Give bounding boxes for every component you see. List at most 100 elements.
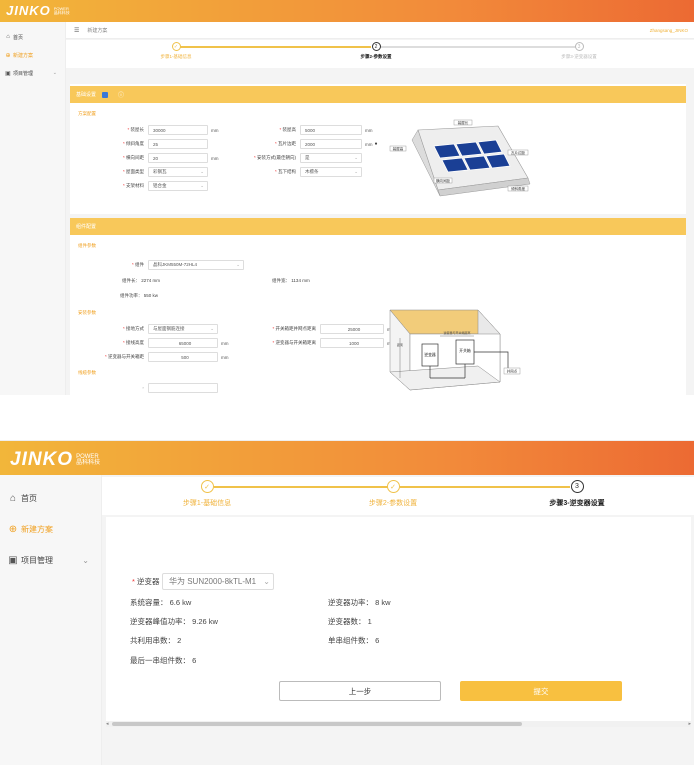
stepper: ✓ 步骤1-基础信息 2 步骤2-参数设置 3 步骤3-逆变器设置: [66, 40, 694, 68]
edge-margin-input[interactable]: 2000: [300, 139, 362, 149]
module-length: 组件长： 2274 mm: [122, 278, 161, 283]
field-label: 屋面类型: [126, 169, 144, 174]
subsection-title: 方案配置: [78, 111, 96, 116]
sidebar: ⌂ 首页 ⊕ 新建方案 ▣ 项目管理 ⌄: [0, 22, 66, 395]
info-icon: ⓘ: [118, 93, 125, 99]
sidebar-item-label: 新建方案: [13, 52, 34, 59]
step-2: ✓ 步骤2-参数设置: [358, 480, 428, 508]
field-edge-margin: * 瓦片边距 2000 mm ●: [274, 139, 378, 149]
logo-sub: POWER 晶科科技: [76, 454, 100, 466]
scroll-right-icon[interactable]: ▸: [688, 721, 691, 727]
inverter-panel: * 逆变器 华为 SUN2000-8kTL-M1 系统容量： 6.6 kw 逆变…: [106, 517, 691, 721]
stat-value: 1134 mm: [291, 278, 310, 283]
field-inverter-gap: * 逆变器与开关箱距 500 mm: [80, 352, 229, 362]
stat-inverter-count: 逆变器数： 1: [328, 617, 372, 626]
module-select[interactable]: 晶科JKM550M-72HL4: [148, 260, 244, 270]
base-settings-panel: 基础设置 ⓘ 方案配置 * 装屋长 30000 mm * 装屋高 5000 mm…: [70, 84, 686, 214]
field-label: 接线高度: [126, 340, 144, 345]
step-3: 3 步骤3-逆变器设置: [542, 480, 612, 508]
stat-label: 系统容量: [130, 598, 160, 607]
stat-value: 6.6 kw: [169, 598, 192, 607]
sidebar-item-home[interactable]: ⌂ 首页: [0, 28, 65, 46]
menu-fold-icon[interactable]: ☰: [74, 27, 79, 34]
stat-label: 组件长: [122, 278, 136, 283]
field-cable-partial: *: [80, 383, 218, 393]
stat-value: 1: [367, 617, 372, 626]
field-label: 接地方式: [126, 326, 144, 331]
module-width: 组件宽： 1134 mm: [272, 278, 310, 283]
scroll-left-icon[interactable]: ◂: [106, 721, 109, 727]
stat-value: 6: [375, 636, 380, 645]
sidebar-item-new-plan[interactable]: ⊕ 新建方案: [0, 46, 65, 64]
bracket-material-select[interactable]: 铝合金: [148, 181, 208, 191]
stat-label: 逆变器峰值功率: [130, 617, 183, 626]
help-icon[interactable]: ●: [375, 141, 378, 147]
inverter-select[interactable]: 华为 SUN2000-8kTL-M1: [162, 573, 274, 590]
diagram-label: 并网点: [507, 369, 518, 374]
logo-text: JINKO: [6, 3, 51, 18]
field-install-mode: * 安装方式(最佳朝向) 是: [230, 153, 362, 163]
step-label: 步骤3-逆变器设置: [549, 500, 605, 507]
field-tilt: * 倾斜角度 25: [80, 139, 208, 149]
field-label: 装屋高: [282, 127, 297, 132]
field-label: 装屋长: [130, 127, 145, 132]
user-menu[interactable]: Zhangsang_JINKO: [650, 28, 688, 33]
unit: mm: [365, 127, 373, 133]
add-circle-icon: ⊕: [5, 52, 11, 59]
field-label: 组件: [135, 262, 144, 267]
install-mode-select[interactable]: 是: [300, 153, 362, 163]
scrollbar-thumb[interactable]: [112, 722, 522, 726]
subsection-title: 组件参数: [78, 243, 96, 248]
stat-label: 组件功率: [120, 293, 138, 298]
step-label: 步骤3-逆变器设置: [561, 54, 597, 59]
step-label: 步骤1-基础信息: [182, 500, 232, 507]
stat-strings-used: 共利用串数： 2: [130, 636, 182, 645]
field-label: 安装方式(最佳朝向): [257, 155, 296, 160]
stat-inverter-peak: 逆变器峰值功率： 9.26 kw: [130, 617, 218, 626]
grounding-select[interactable]: 与屋面钢筋连接: [148, 324, 218, 334]
inverter-gap-input[interactable]: 500: [148, 352, 218, 362]
sidebar-item-label: 首页: [21, 494, 37, 503]
horizontal-scrollbar[interactable]: ◂ ▸: [106, 721, 691, 727]
step-number: 2: [371, 42, 381, 51]
roof-diagram: 装屋长 装屋高 瓦片边距 横向间距 倾斜角度: [389, 119, 531, 197]
field-label: 逆变器与开关箱距: [108, 354, 144, 359]
spacing-input[interactable]: 20: [148, 153, 208, 163]
sub-structure-select[interactable]: 木檩条: [300, 167, 362, 177]
checkbox-icon[interactable]: [102, 91, 109, 98]
field-grounding: * 接地方式 与屋面钢筋连接: [80, 324, 218, 334]
stat-modules-per-string: 单串组件数： 6: [328, 636, 380, 645]
step-1: ✓ 步骤1-基础信息: [141, 42, 211, 60]
screenshot-inverter-settings: JINKO POWER 晶科科技 ⌂ 首页 ⊕ 新建方案 ▣ 项目管理 ⌄ ✓: [0, 440, 694, 765]
roof-height-input[interactable]: 5000: [300, 125, 362, 135]
logo-text: JINKO: [10, 449, 74, 470]
diagram-label: 逆变器与开关箱距离: [443, 330, 470, 335]
previous-step-button[interactable]: 上一步: [279, 681, 441, 701]
field-sub-structure: * 瓦下结构 木檩条: [230, 167, 362, 177]
roof-type-select[interactable]: 彩钢瓦: [148, 167, 208, 177]
stat-value: 8 kw: [375, 598, 391, 607]
sidebar-item-new-plan[interactable]: ⊕ 新建方案: [0, 514, 101, 545]
section-header: 组件配置: [70, 218, 686, 235]
submit-button[interactable]: 提交: [460, 681, 622, 701]
sidebar-item-project-management[interactable]: ▣ 项目管理 ⌄: [0, 64, 65, 82]
home-icon: ⌂: [9, 493, 17, 504]
field-module: * 组件 晶科JKM550M-72HL4: [80, 260, 244, 270]
stat-label: 组件宽: [272, 278, 286, 283]
jinko-logo: JINKO POWER 晶科科技: [6, 3, 70, 18]
sidebar-item-project-management[interactable]: ▣ 项目管理 ⌄: [0, 545, 101, 576]
tilt-input[interactable]: 25: [148, 139, 208, 149]
stat-label: 单串组件数: [328, 636, 366, 645]
sidebar-item-home[interactable]: ⌂ 首页: [0, 483, 101, 514]
check-icon: ✓: [171, 42, 181, 51]
wiring-height-input[interactable]: 65000: [148, 338, 218, 348]
step-3: 3 步骤3-逆变器设置: [544, 42, 614, 60]
check-icon: ✓: [200, 480, 214, 493]
diagram-label: 距离: [397, 342, 403, 347]
unit: mm: [221, 340, 229, 346]
top-header: JINKO POWER 晶科科技: [0, 0, 694, 22]
sidebar-item-label: 新建方案: [21, 525, 53, 534]
roof-length-input[interactable]: 30000: [148, 125, 208, 135]
field-roof-type: * 屋面类型 彩钢瓦: [80, 167, 208, 177]
field-label: 开关箱距并网点距离: [275, 326, 317, 331]
